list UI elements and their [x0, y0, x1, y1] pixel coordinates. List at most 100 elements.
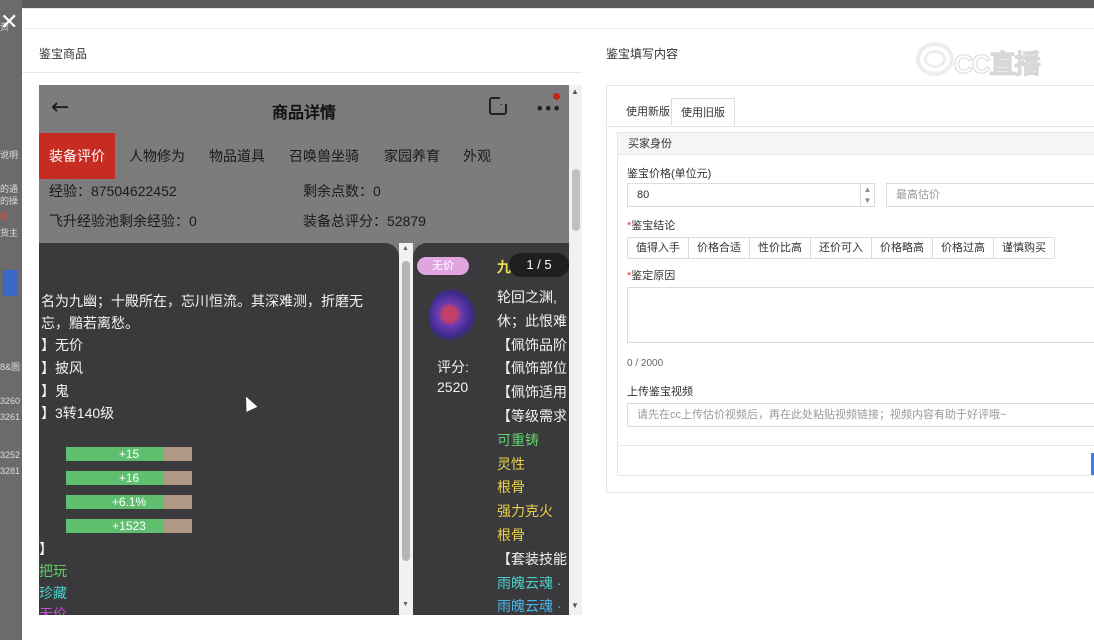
- price-input[interactable]: 80 ▲ ▼: [627, 183, 875, 207]
- video-label: 上传鉴宝视频: [627, 386, 693, 398]
- scroll-up-icon[interactable]: ▲: [402, 245, 409, 252]
- item-desc: 名为九幽；十殿所在，忘川恒流。其深难测，折磨无: [41, 293, 363, 309]
- tab-character[interactable]: 人物修为: [119, 133, 195, 179]
- conclusion-label-text: 鉴宝结论: [631, 220, 676, 232]
- item-prop-line: 【佩饰品阶: [497, 336, 567, 353]
- tab-equip-eval[interactable]: 装备评价: [39, 133, 115, 179]
- bg-text: 的操: [0, 196, 19, 206]
- price-value: 80: [637, 189, 650, 201]
- tab-old-version[interactable]: 使用旧版: [671, 98, 735, 126]
- item-footer: 把玩: [39, 563, 67, 579]
- item-gallery-card: 无价 九幽阎冥 1 / 5 评分: 2520 轮回之渊,休；此恨难【佩饰品阶【佩…: [413, 243, 569, 615]
- form-column: 鉴宝填写内容 使用新版 使用旧版 买家身份 鉴宝价格(单位元) 80 ▲ ▼ 最高…: [606, 29, 1094, 640]
- inner-scrollbar[interactable]: ▲ ▼: [399, 243, 413, 615]
- goods-column: 鉴宝商品 ← 商品详情 ••• 装备评价 人物修为 物品道具 召唤兽坐骑 家园养…: [22, 29, 582, 640]
- share-icon[interactable]: [489, 96, 508, 115]
- bg-text: 说明: [0, 150, 19, 160]
- item-prop-line: 【套装技能: [497, 550, 567, 567]
- score-label: 评分:: [437, 359, 469, 375]
- bg-text: 货主: [0, 228, 19, 238]
- item-prop-line: 雨魄云魂 ·: [497, 598, 562, 615]
- goods-screenshot: ← 商品详情 ••• 装备评价 人物修为 物品道具 召唤兽坐骑 家园养育 外观 …: [39, 85, 569, 615]
- reason-char-count: 0 / 2000: [627, 358, 664, 369]
- item-detail-card: 名为九幽；十殿所在，忘川恒流。其深难测，折磨无 忘，黯若离愁。 】无价 】披风 …: [39, 243, 399, 615]
- conclusion-option[interactable]: 值得入手: [627, 237, 689, 259]
- price-badge: 无价: [417, 257, 469, 275]
- fieldset-divider: [618, 445, 1094, 446]
- conclusion-option[interactable]: 性价比高: [749, 237, 811, 259]
- price-label: 鉴宝价格(单位元): [627, 168, 712, 180]
- stat-bar-label: +1523: [112, 519, 146, 533]
- more-icon[interactable]: •••: [535, 99, 561, 118]
- phone-tabs: 装备评价 人物修为 物品道具 召唤兽坐骑 家园养育 外观: [39, 133, 569, 179]
- buyer-fieldset: 买家身份 鉴宝价格(单位元) 80 ▲ ▼ 最高估价 *鉴宝结论 值得入手 价格合…: [617, 132, 1094, 476]
- modal-topbar: [22, 9, 1094, 29]
- bg-text: 8&图: [0, 362, 21, 372]
- form-panel: 使用新版 使用旧版 买家身份 鉴宝价格(单位元) 80 ▲ ▼ 最高估价 *鉴宝结…: [606, 85, 1094, 493]
- item-prop-line: 休；此恨难: [497, 312, 567, 329]
- scroll-thumb[interactable]: [402, 261, 410, 561]
- conclusion-option[interactable]: 价格合适: [688, 237, 750, 259]
- bg-text: 3260: [0, 396, 21, 406]
- item-prop-line: 可重铸: [497, 431, 539, 448]
- video-link-input[interactable]: 请先在cc上传估价视频后，再在此处粘贴视频链接；视频内容有助于好评哦~: [627, 403, 1094, 427]
- item-attr: 】鬼: [41, 383, 69, 399]
- goods-scrollbar[interactable]: ▲ ▼: [569, 85, 582, 615]
- item-prop-line: 轮回之渊,: [497, 289, 557, 305]
- logo-text: CC直播: [954, 49, 1042, 80]
- bg-text: 3252: [0, 450, 21, 460]
- fieldset-title: 买家身份: [618, 133, 1094, 155]
- item-prop-line: 强力克火: [497, 503, 553, 520]
- conclusion-option[interactable]: 价格过高: [932, 237, 994, 259]
- bg-text: 年: [0, 212, 10, 222]
- item-attr: 】披风: [41, 360, 83, 376]
- item-desc: 忘，黯若离愁。: [41, 315, 139, 331]
- appraisal-modal: 鉴宝商品 ← 商品详情 ••• 装备评价 人物修为 物品道具 召唤兽坐骑 家园养…: [22, 8, 1094, 640]
- stat-bar-label: +15: [118, 447, 140, 461]
- notification-dot-icon: [553, 93, 560, 100]
- price-stepper[interactable]: ▲ ▼: [860, 184, 874, 206]
- item-footer: 珍藏: [39, 585, 67, 601]
- stat-fly-exp: 飞升经验池剩余经验：0: [49, 213, 197, 229]
- bg-text: 3261: [0, 412, 21, 422]
- stat-bar: +6.1%: [66, 495, 192, 509]
- item-footer: 无价: [39, 606, 67, 615]
- tab-home[interactable]: 家园养育: [374, 133, 450, 179]
- item-prop-line: 雨魄云魂 ·: [497, 574, 562, 591]
- scroll-up-icon[interactable]: ▲: [571, 87, 579, 96]
- item-attr: 】3转140级: [41, 405, 115, 421]
- stat-exp: 经验：87504622452: [49, 183, 177, 199]
- tab-new-version[interactable]: 使用新版: [617, 98, 679, 126]
- item-prop-line: 【等级需求: [497, 408, 567, 424]
- stat-equip-score: 装备总评分：52879: [303, 213, 426, 229]
- stat-bar: +1523: [66, 519, 192, 533]
- tab-items[interactable]: 物品道具: [199, 133, 275, 179]
- bg-button: [3, 270, 17, 296]
- stat-bar: +16: [66, 471, 192, 485]
- phone-header: ← 商品详情 •••: [39, 85, 569, 131]
- conclusion-label: *鉴宝结论: [627, 220, 676, 232]
- conclusion-option[interactable]: 价格略高: [871, 237, 933, 259]
- goods-section-title: 鉴宝商品: [22, 29, 582, 73]
- score-value: 2520: [437, 379, 469, 395]
- tab-divider: [607, 126, 1094, 127]
- stat-bar: +15: [66, 447, 192, 461]
- max-price-input[interactable]: 最高估价: [886, 183, 1094, 207]
- conclusion-option[interactable]: 还价可入: [810, 237, 872, 259]
- reason-label: *鉴定原因: [627, 270, 676, 282]
- conclusion-option[interactable]: 谨慎购买: [993, 237, 1055, 259]
- background-page: 资 说明 的通 的操 年 货主 8&图 3260 3261 3252 3281: [0, 0, 22, 640]
- logo-ring-icon: [924, 50, 946, 68]
- item-prop-line: 根骨: [497, 527, 525, 543]
- item-prop-line: 【佩饰部位: [497, 360, 567, 377]
- reason-label-text: 鉴定原因: [631, 270, 676, 282]
- scroll-down-icon[interactable]: ▼: [402, 601, 409, 608]
- reason-textarea[interactable]: [627, 287, 1094, 343]
- scroll-down-icon[interactable]: ▼: [571, 601, 579, 610]
- tab-pets[interactable]: 召唤兽坐骑: [279, 133, 369, 179]
- stat-bar-label: +6.1%: [111, 495, 147, 509]
- stat-remain-points: 剩余点数：0: [303, 183, 381, 199]
- scroll-thumb[interactable]: [572, 169, 580, 231]
- tab-appearance[interactable]: 外观: [453, 133, 501, 179]
- close-icon[interactable]: ✕: [0, 12, 18, 34]
